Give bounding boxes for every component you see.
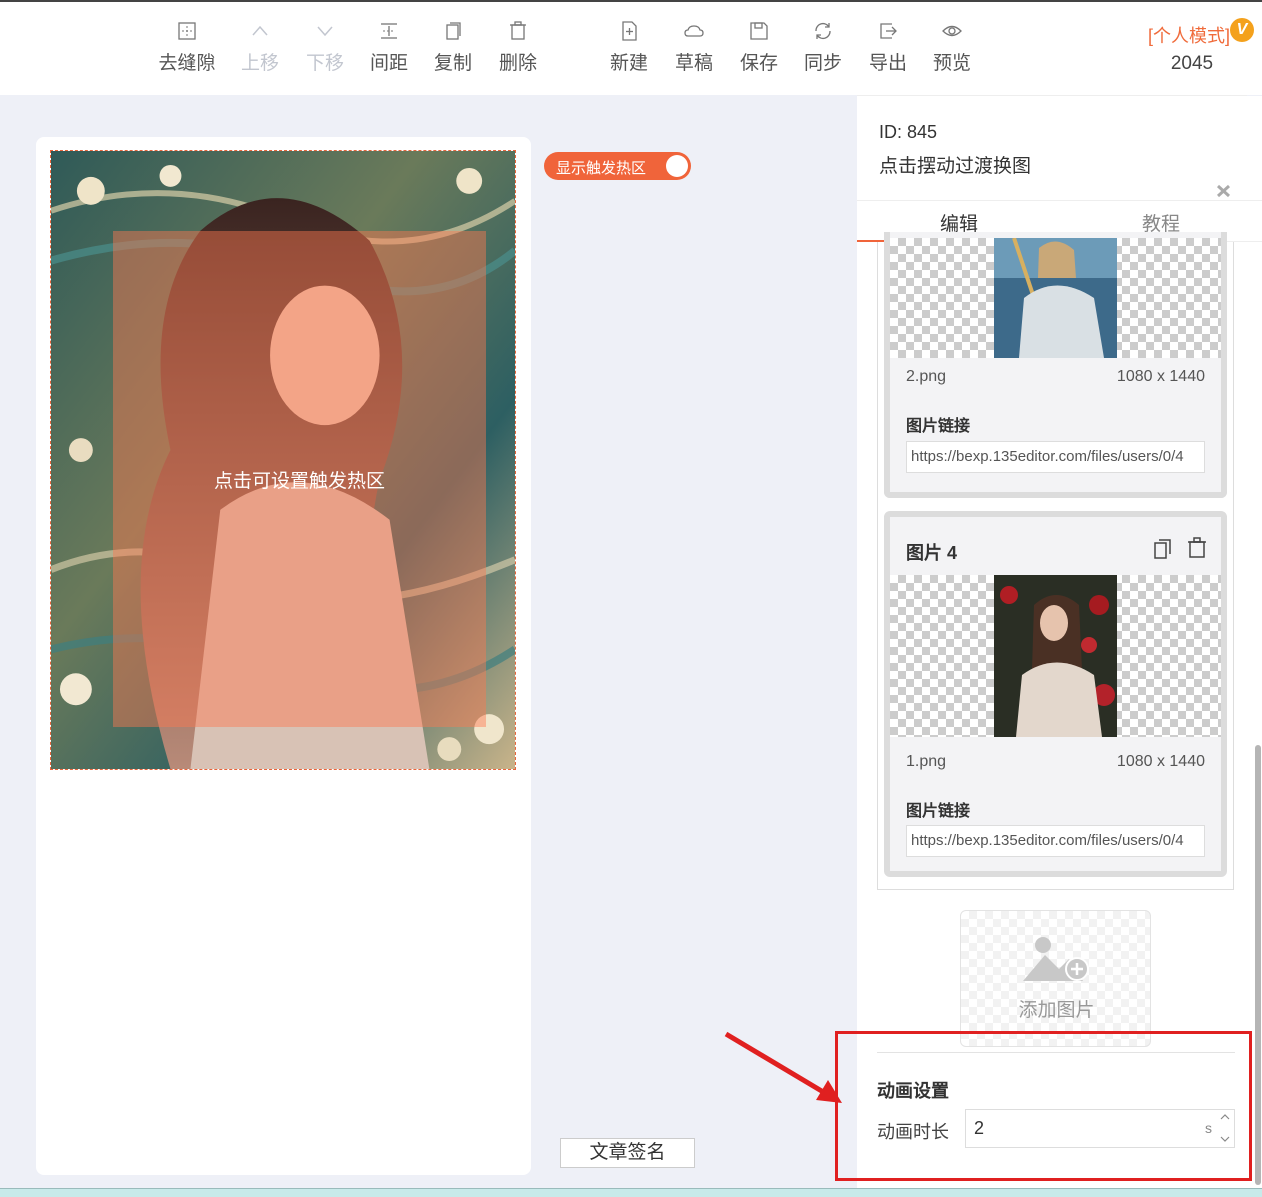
image-filename: 1.png: [906, 753, 947, 770]
toolbar-label: 同步: [803, 53, 842, 74]
cloud-icon: [684, 25, 704, 37]
toolbar-spacing-button[interactable]: 间距: [357, 20, 421, 75]
image-link-label: 图片链接: [906, 803, 971, 820]
toggle-label: 显示触发热区: [556, 160, 647, 177]
vip-badge: V: [1230, 18, 1254, 42]
toolbar-save-button[interactable]: 保存: [727, 20, 791, 75]
image-card: 2.png 1080 x 1440 图片链接 https://bexp.135e…: [884, 232, 1227, 498]
add-image-icon: [1023, 937, 1089, 981]
gap-remove-icon: [178, 22, 196, 40]
show-hotzone-toggle[interactable]: 显示触发热区: [544, 152, 691, 180]
toolbar-export-button[interactable]: 导出: [856, 20, 920, 75]
toolbar-preview-button[interactable]: 预览: [920, 20, 984, 75]
trash-icon[interactable]: [1187, 537, 1207, 559]
bottom-strip: [0, 1188, 1262, 1197]
toggle-knob: [666, 155, 688, 177]
toolbar-label: 草稿: [674, 53, 713, 74]
toolbar-label: 间距: [369, 53, 408, 74]
toolbar-move-up-button[interactable]: 上移: [228, 20, 292, 75]
move-up-icon: [252, 25, 268, 36]
image-card: 图片 4 1.png 1080 x 1440 图片链接 https://bexp…: [884, 511, 1227, 877]
new-file-icon: [622, 21, 637, 41]
save-icon: [750, 22, 768, 40]
toolbar-label: 保存: [739, 53, 778, 74]
image-dimensions: 1080 x 1440: [1116, 753, 1205, 770]
trash-icon: [510, 21, 526, 40]
image-thumbnail[interactable]: [994, 575, 1117, 737]
toolbar-draft-button[interactable]: 草稿: [662, 20, 726, 75]
toolbar-move-down-button[interactable]: 下移: [293, 20, 357, 75]
annotation-arrow-icon: [724, 1031, 842, 1103]
toolbar-label: 上移: [240, 53, 279, 74]
signature-button[interactable]: 文章签名: [560, 1138, 695, 1168]
image-link-label: 图片链接: [906, 418, 971, 435]
annotation-highlight-box: [835, 1031, 1252, 1181]
toolbar-label: 下移: [305, 53, 344, 74]
toolbar-label: 去缝隙: [158, 53, 216, 74]
toolbar-sync-button[interactable]: 同步: [791, 20, 855, 75]
add-image-label: 添加图片: [1018, 1000, 1095, 1021]
spacing-icon: [381, 23, 397, 39]
toolbar-copy-button[interactable]: 复制: [421, 20, 485, 75]
component-name: 点击摆动过渡换图: [879, 156, 1032, 177]
mode-label[interactable]: [个人模式]: [1148, 22, 1230, 48]
image-thumbnail[interactable]: [994, 238, 1117, 358]
image-filename: 2.png: [906, 368, 947, 385]
tools-icon[interactable]: [1215, 184, 1233, 198]
toolbar-label: 新建: [609, 53, 648, 74]
image-link-input[interactable]: https://bexp.135editor.com/files/users/0…: [906, 441, 1205, 473]
toolbar-label: 预览: [932, 53, 971, 74]
toolbar-new-button[interactable]: 新建: [597, 20, 661, 75]
image-card-title: 图片 4: [906, 543, 958, 563]
copy-icon[interactable]: [1153, 538, 1173, 560]
toolbar: 去缝隙 上移 下移 间距 复制 删除 新建 草稿 保存 同步 导出 预览 [个人…: [0, 2, 1262, 95]
toolbar-label: 导出: [868, 53, 907, 74]
image-dimensions: 1080 x 1440: [1116, 368, 1205, 385]
hotzone-label: 点击可设置触发热区: [213, 471, 385, 492]
panel-scrollbar[interactable]: [1255, 745, 1261, 1185]
image-link-input[interactable]: https://bexp.135editor.com/files/users/0…: [906, 825, 1205, 857]
toolbar-label: 复制: [433, 53, 472, 74]
image-preview: [890, 575, 1221, 737]
export-icon: [880, 23, 897, 39]
sync-icon: [815, 23, 831, 39]
component-id: ID: 845: [879, 122, 938, 142]
count-value: 2045: [1170, 53, 1214, 74]
toolbar-label: 删除: [498, 53, 537, 74]
image-preview: [890, 238, 1221, 358]
copy-icon: [446, 22, 461, 40]
toolbar-delete-button[interactable]: 删除: [486, 20, 550, 75]
add-image-button[interactable]: 添加图片: [960, 910, 1151, 1047]
move-down-icon: [317, 26, 333, 37]
toolbar-gap-remove-button[interactable]: 去缝隙: [155, 20, 219, 75]
eye-icon: [942, 25, 962, 37]
